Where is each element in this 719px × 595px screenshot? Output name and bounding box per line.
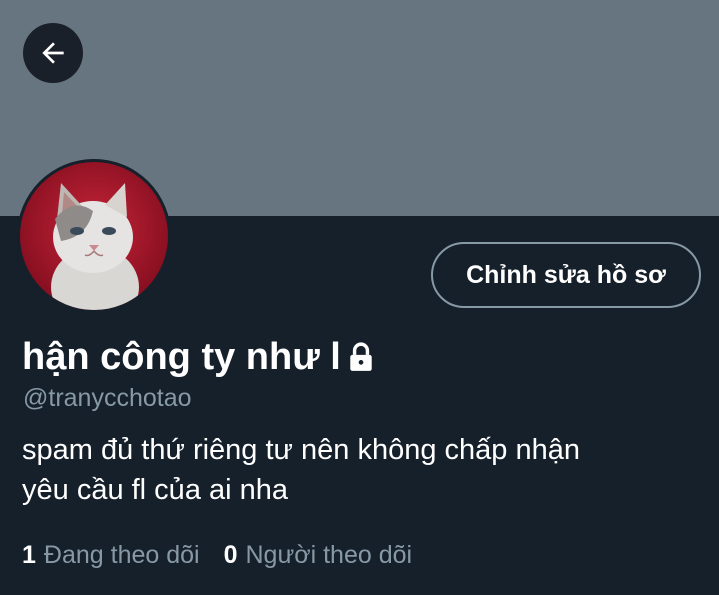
bio-line: spam đủ thứ riêng tư nên không chấp nhận [22,434,580,466]
followers-link[interactable]: 0 Người theo dõi [224,537,412,573]
following-label: Đang theo dõi [43,541,200,569]
profile-screen: Chỉnh sửa hồ sơ hận công ty như l @trany… [0,0,719,595]
bio-line: yêu cầu fl của ai nha [22,474,289,506]
following-link[interactable]: 1 Đang theo dõi [22,537,200,573]
name-row: hận công ty như l [22,334,374,380]
avatar[interactable] [17,159,171,313]
arrow-left-icon [42,42,64,64]
display-name: hận công ty như l [22,336,341,378]
following-count: 1 [22,541,36,569]
edit-profile-button[interactable]: Chỉnh sửa hồ sơ [431,242,701,308]
followers-label: Người theo dõi [245,541,413,569]
profile-bio: spam đủ thứ riêng tư nên không chấp nhận… [22,430,702,510]
back-button[interactable] [23,23,83,83]
follow-stats: 1 Đang theo dõi 0 Người theo dõi [22,537,412,573]
followers-count: 0 [223,541,238,569]
profile-handle: @tranycchotao [23,384,192,412]
cat-avatar [17,159,171,313]
lock-icon [350,342,372,371]
edit-profile-label: Chỉnh sửa hồ sơ [466,260,666,289]
